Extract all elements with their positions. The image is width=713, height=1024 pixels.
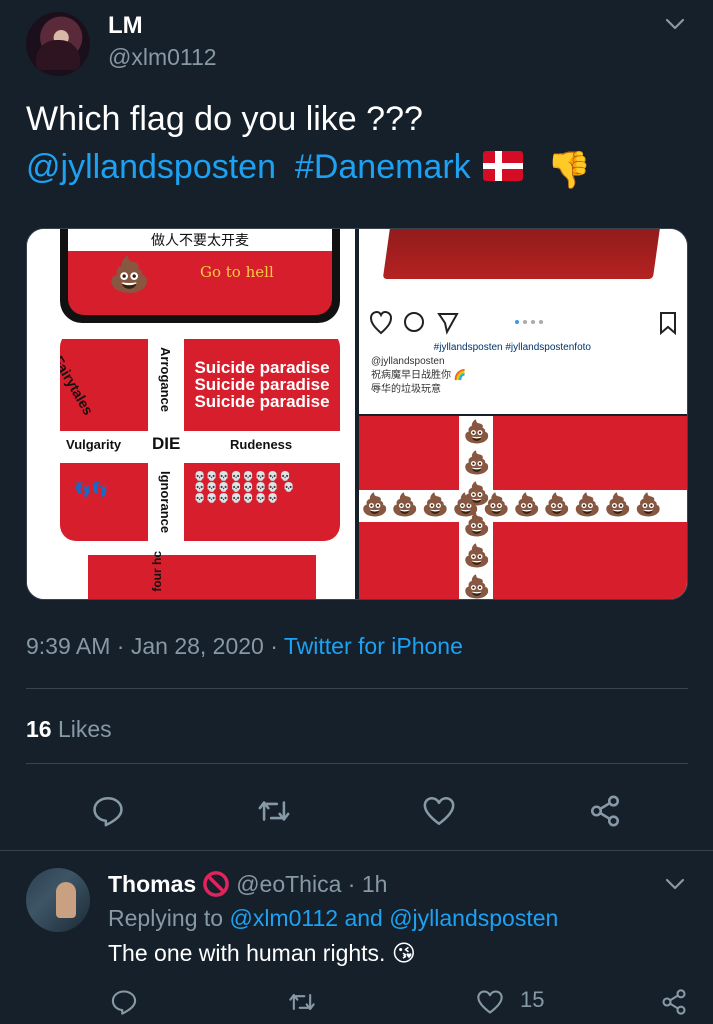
red-box-image [382,229,662,279]
poop-icons-row: 💩💩💩💩💩💩💩💩💩💩 [361,492,665,517]
ignorance-label: Ignorance [158,471,173,534]
replying-to: Replying to @xlm0112 and @jyllandsposten [108,905,558,932]
share-icon[interactable] [660,988,688,1016]
media-image-right-top[interactable]: #jyllandsposten #jyllandspostenfoto @jyl… [359,229,687,414]
divider [26,763,688,764]
poop-icons-column: 💩 💩 💩 💩 💩 💩 [463,419,491,599]
tweet-source-link[interactable]: Twitter for iPhone [284,633,463,659]
author-handle[interactable]: @xlm0112 [108,44,217,71]
divider [0,850,713,851]
instagram-actions [369,309,681,339]
die-label: DIE [152,434,181,453]
mention-link[interactable]: @jyllandsposten [26,148,276,186]
instagram-caption: #jyllandsposten #jyllandspostenfoto @jyl… [371,342,591,395]
rudeness-label: Rudeness [230,437,293,452]
reply-author-handle[interactable]: @eoThica [236,871,341,897]
hashtag-link[interactable]: #Danemark [295,148,471,186]
tweet-media-grid[interactable]: 做人不要太开麦 💩 Go to hell Fairytales Arroganc… [26,228,688,600]
reply-text: The one with human rights. 😘 [108,940,416,967]
phone-screenshot-top: 做人不要太开麦 💩 Go to hell [60,229,340,323]
tweet-text-line: Which flag do you like ??? [26,100,423,138]
reply-author-name[interactable]: Thomas [108,871,196,897]
poop-icon: 💩 [108,256,151,294]
tweet-time: 9:39 AM [26,633,111,659]
feet-icons: 👣👣 [74,481,109,497]
divider [26,688,688,689]
tweet-meta: 9:39 AM · Jan 28, 2020 · Twitter for iPh… [26,633,463,659]
chevron-down-icon[interactable] [663,872,687,896]
replying-and: and [344,905,383,931]
go-to-hell-text: Go to hell [200,263,274,281]
share-icon[interactable] [588,794,622,828]
reply-icon[interactable] [110,988,138,1016]
chevron-down-icon[interactable] [663,12,687,36]
replying-to-link[interactable]: @xlm0112 [229,905,338,931]
four-h-text: four hc [150,551,164,592]
reply-icon[interactable] [91,794,125,828]
replying-to-link[interactable]: @jyllandsposten [389,905,558,931]
reply-text-content: The one with human rights. [108,940,386,966]
mock-flag-card: Fairytales Arrogance Suicide paradise Su… [60,331,340,541]
media-image-right-bottom[interactable]: 💩💩💩💩💩💩💩💩💩💩 💩 💩 💩 💩 💩 💩 [359,416,687,599]
prohibited-icon [203,871,230,897]
tweet-date: Jan 28, 2020 [130,633,264,659]
media-image-left[interactable]: 做人不要太开麦 💩 Go to hell Fairytales Arroganc… [27,229,355,599]
reply-like-count: 15 [520,987,545,1012]
kiss-emoji-icon: 😘 [391,940,416,966]
tweet-text: Which flag do you like ??? @jyllandspost… [26,95,696,194]
chinese-caption: 做人不要太开麦 [68,229,332,251]
reply-age: 1h [361,871,388,897]
replying-label: Replying to [108,905,224,931]
arrogance-label: Arrogance [158,347,173,413]
heart-icon[interactable] [476,988,504,1016]
retweet-icon[interactable] [288,988,316,1016]
skulls-icons: 💀💀💀💀💀💀💀💀 💀💀💀💀💀💀💀 💀💀💀💀💀💀💀💀 [194,471,296,503]
likes-count[interactable]: 16 Likes [26,716,112,743]
tweet-detail-page: LM @xlm0112 Which flag do you like ??? @… [0,0,713,1024]
author-avatar[interactable] [26,12,90,76]
heart-icon[interactable] [422,794,456,828]
vulgarity-label: Vulgarity [66,437,122,452]
thumbs-down-icon: 👎 [546,149,592,190]
reply-header: Thomas @eoThica · 1h [108,871,388,897]
suicide-paradise-text: Suicide paradise Suicide paradise Suicid… [194,358,330,411]
retweet-icon[interactable] [257,794,291,828]
likes-number: 16 [26,716,52,742]
author-name[interactable]: LM [108,12,143,40]
reply-author-avatar[interactable] [26,868,90,932]
phone-screenshot-bottom: four hc [60,547,340,599]
denmark-flag-icon [482,151,523,181]
likes-label: Likes [57,716,112,742]
